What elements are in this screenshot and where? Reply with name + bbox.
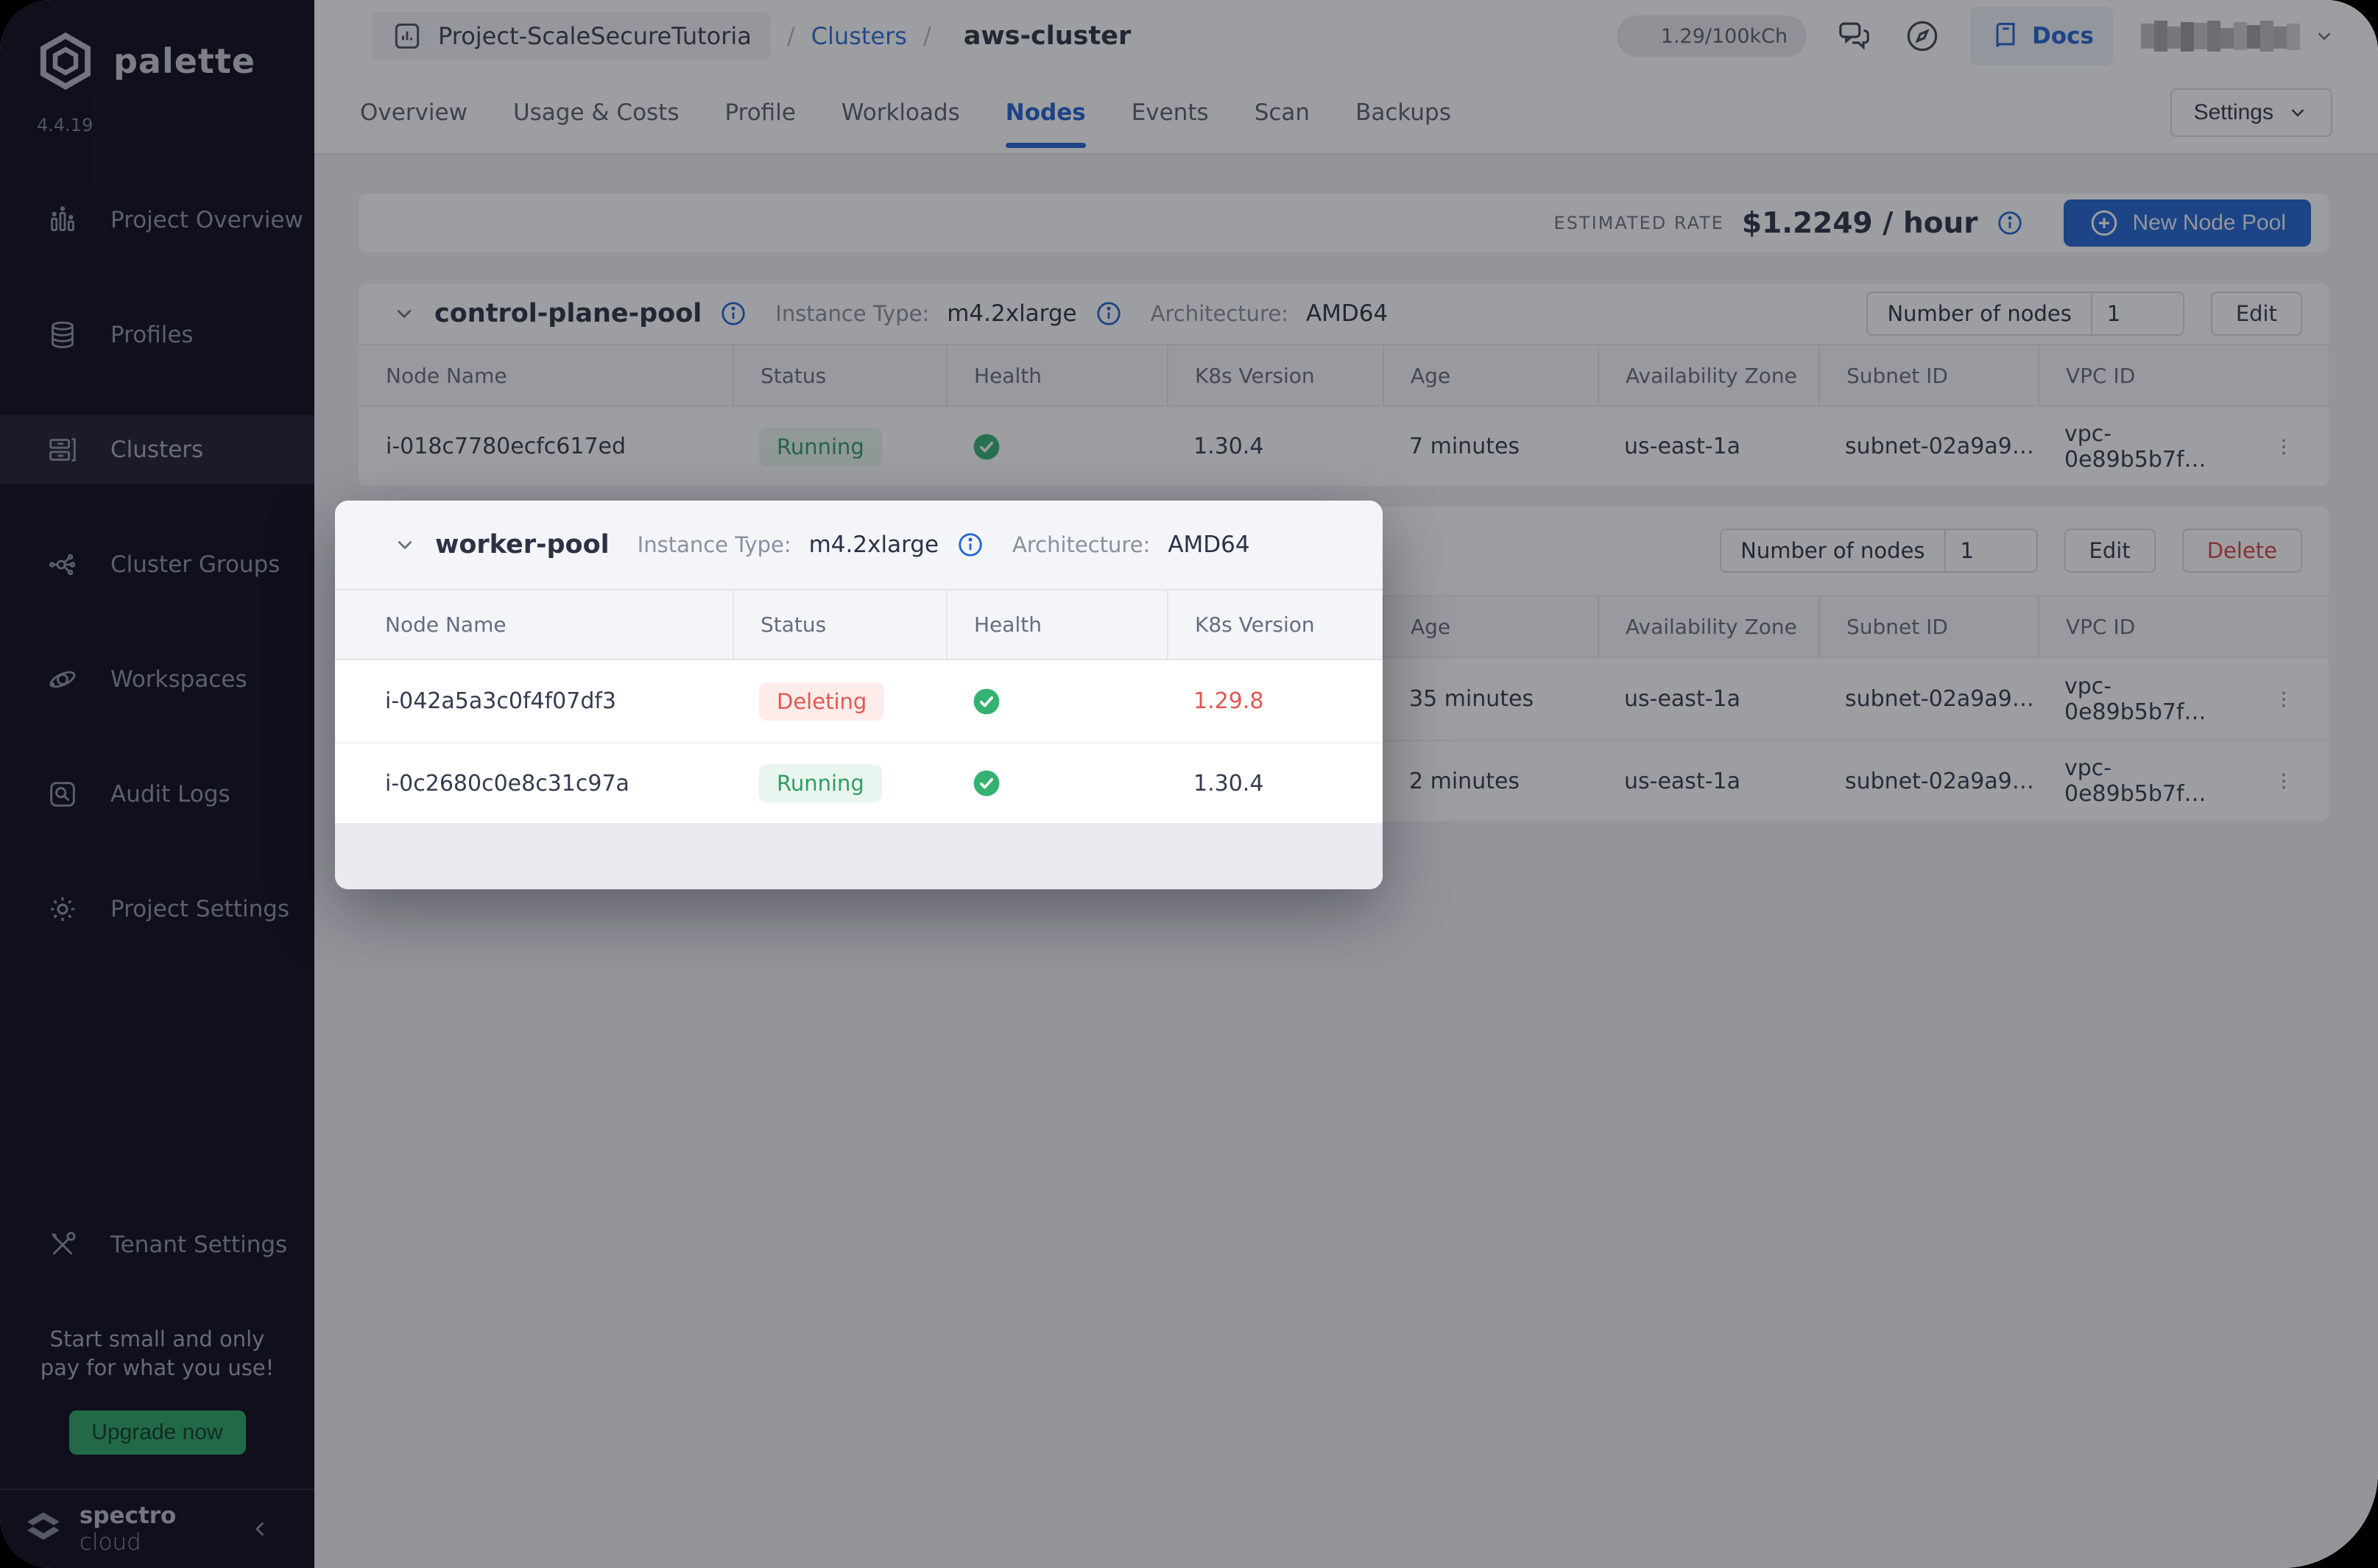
health-check-icon bbox=[973, 688, 1001, 716]
worker-pool-header: worker-pool Instance Type: m4.2xlarge Ar… bbox=[335, 501, 1383, 589]
worker-pool-spotlight: worker-pool Instance Type: m4.2xlarge Ar… bbox=[335, 501, 1383, 889]
col-status: Status bbox=[733, 590, 946, 659]
pool-name: worker-pool bbox=[435, 530, 610, 559]
table-row: i-042a5a3c0f4f07df3 Deleting 1.29.8 bbox=[335, 660, 1383, 744]
nodes-table-header: Node Name Status Health K8s Version bbox=[335, 589, 1383, 660]
k8s-version: 1.29.8 bbox=[1167, 660, 1383, 742]
status-badge: Running bbox=[759, 764, 882, 802]
instance-type-value: m4.2xlarge bbox=[809, 532, 939, 558]
node-name: i-0c2680c0e8c31c97a bbox=[335, 744, 733, 823]
k8s-version: 1.30.4 bbox=[1167, 744, 1383, 823]
table-row: i-0c2680c0e8c31c97a Running 1.30.4 bbox=[335, 744, 1383, 823]
instance-type-label: Instance Type: bbox=[638, 532, 791, 557]
info-icon[interactable] bbox=[956, 531, 984, 559]
architecture-value: AMD64 bbox=[1168, 532, 1249, 558]
status-badge: Deleting bbox=[759, 682, 884, 721]
health-check-icon bbox=[973, 769, 1001, 797]
col-node-name: Node Name bbox=[335, 590, 733, 659]
architecture-label: Architecture: bbox=[1012, 532, 1150, 557]
col-health: Health bbox=[946, 590, 1167, 659]
app-window: palette 4.4.19 Project Overview bbox=[0, 0, 2378, 1568]
node-name: i-042a5a3c0f4f07df3 bbox=[335, 660, 733, 742]
col-k8s-version: K8s Version bbox=[1167, 590, 1383, 659]
chevron-down-icon[interactable] bbox=[392, 532, 417, 557]
spotlight-footer bbox=[335, 823, 1383, 889]
